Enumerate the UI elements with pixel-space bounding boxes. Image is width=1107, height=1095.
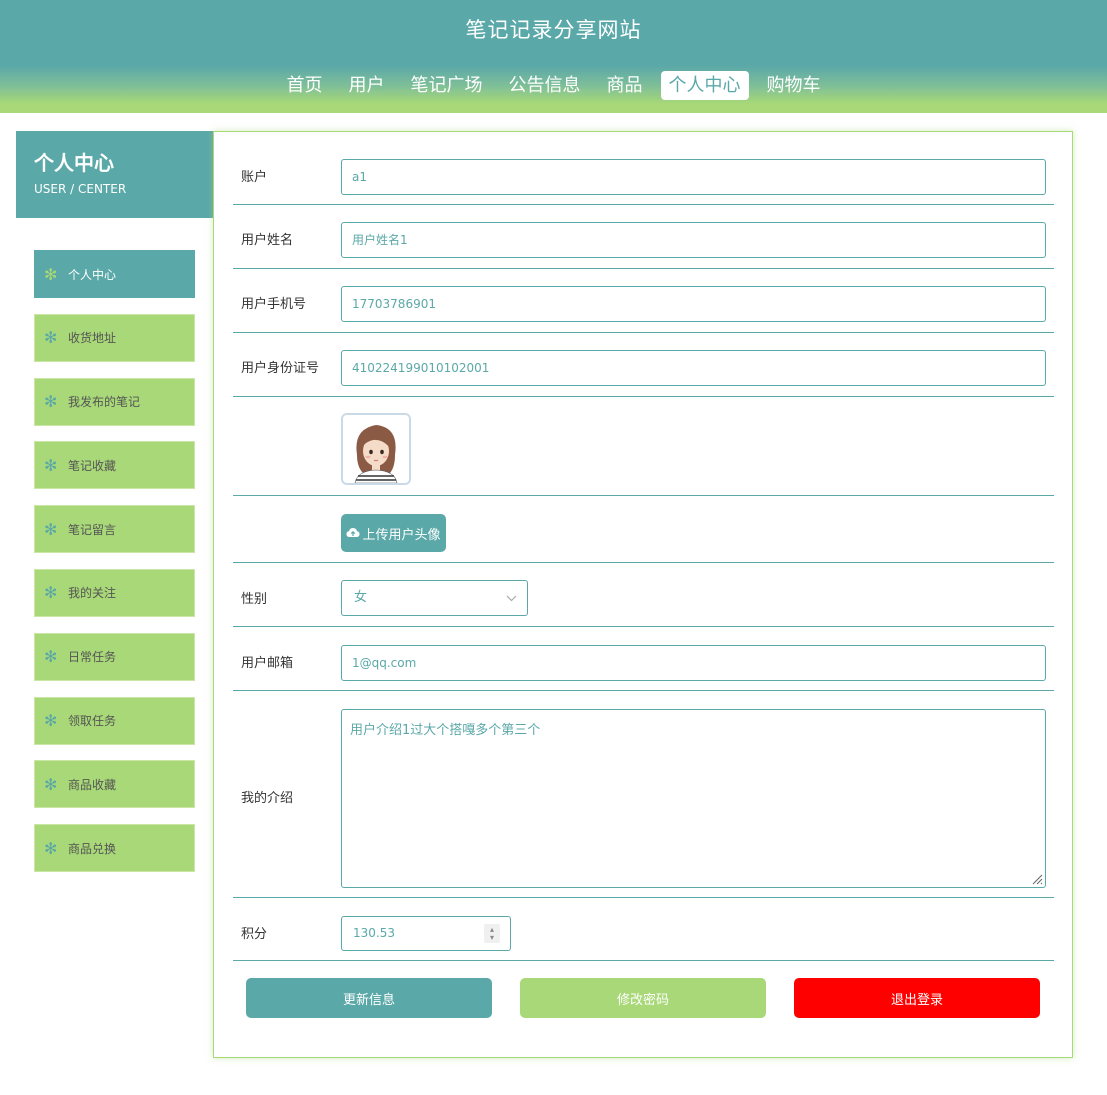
id-card-field[interactable]: 410224199010102001 — [341, 350, 1046, 386]
form-row-account: 账户 a1 — [233, 142, 1054, 205]
snowflake-icon: ✻ — [44, 519, 58, 539]
sidebar-header: 个人中心 USER / CENTER — [16, 131, 213, 218]
sidebar-item-label: 日常任务 — [68, 650, 117, 665]
nav-item-users[interactable]: 用户 — [341, 71, 393, 100]
site-title: 笔记记录分享网站 — [465, 18, 642, 42]
change-password-button[interactable]: 修改密码 — [520, 978, 766, 1018]
points-label: 积分 — [241, 927, 268, 942]
nav-item-cart[interactable]: 购物车 — [759, 71, 829, 100]
sidebar-item-my-follows[interactable]: ✻ 我的关注 — [34, 568, 195, 617]
upload-avatar-button[interactable]: 上传用户头像 — [341, 514, 446, 552]
snowflake-icon: ✻ — [44, 264, 58, 284]
sidebar-title: 个人中心 — [34, 151, 114, 175]
intro-label: 我的介绍 — [241, 791, 294, 806]
form-row-points: 积分 130.53 ▴ ▾ — [233, 898, 1054, 961]
sidebar-item-personal-center[interactable]: ✻ 个人中心 — [34, 250, 195, 298]
intro-text: 用户介绍1过大个搭嘎多个第三个 — [350, 723, 541, 738]
name-field[interactable]: 用户姓名1 — [341, 222, 1046, 258]
upload-avatar-label: 上传用户头像 — [362, 527, 441, 543]
phone-field[interactable]: 17703786901 — [341, 286, 1046, 322]
id-card-label: 用户身份证号 — [241, 361, 320, 376]
sidebar-item-shipping-address[interactable]: ✻ 收货地址 — [34, 313, 195, 362]
form-row-avatar — [233, 397, 1054, 496]
sidebar-item-daily-tasks[interactable]: ✻ 日常任务 — [34, 632, 195, 681]
chevron-down-icon — [506, 581, 517, 615]
snowflake-icon: ✻ — [44, 711, 58, 731]
snowflake-icon: ✻ — [44, 583, 58, 603]
site-header: 笔记记录分享网站 首页 用户 笔记广场 公告信息 商品 个人中心 购物车 — [0, 0, 1107, 113]
gender-select[interactable]: 女 — [341, 580, 528, 616]
phone-label: 用户手机号 — [241, 297, 307, 312]
sidebar-item-label: 我的关注 — [68, 586, 117, 601]
gender-label: 性别 — [241, 592, 268, 607]
form-row-intro: 我的介绍 用户介绍1过大个搭嘎多个第三个 — [233, 691, 1054, 898]
form-row-email: 用户邮箱 1@qq.com — [233, 627, 1054, 691]
snowflake-icon: ✻ — [44, 647, 58, 667]
sidebar-item-label: 领取任务 — [68, 714, 117, 729]
account-field[interactable]: a1 — [341, 159, 1046, 195]
sidebar-item-label: 商品收藏 — [68, 777, 117, 792]
number-spinner-icon[interactable]: ▴ ▾ — [484, 924, 500, 943]
cloud-upload-icon — [346, 527, 360, 539]
nav-item-note-square[interactable]: 笔记广场 — [403, 71, 491, 100]
sidebar-subtitle: USER / CENTER — [34, 182, 127, 196]
nav-item-products[interactable]: 商品 — [599, 71, 651, 100]
nav-item-home[interactable]: 首页 — [279, 71, 331, 100]
name-label: 用户姓名 — [241, 233, 294, 248]
sidebar-item-product-redeem[interactable]: ✻ 商品兑换 — [34, 824, 195, 873]
form-row-gender: 性别 女 — [233, 563, 1054, 627]
points-field[interactable]: 130.53 ▴ ▾ — [341, 916, 511, 951]
nav-item-personal-center[interactable]: 个人中心 — [660, 71, 749, 100]
intro-textarea[interactable]: 用户介绍1过大个搭嘎多个第三个 — [341, 709, 1046, 888]
sidebar-item-label: 我发布的笔记 — [68, 395, 141, 410]
sidebar-item-my-notes[interactable]: ✻ 我发布的笔记 — [34, 377, 195, 426]
sidebar-item-note-favorites[interactable]: ✻ 笔记收藏 — [34, 441, 195, 490]
sidebar-item-label: 笔记留言 — [68, 522, 117, 537]
snowflake-icon: ✻ — [44, 455, 58, 475]
snowflake-icon: ✻ — [44, 774, 58, 794]
sidebar-item-product-favorites[interactable]: ✻ 商品收藏 — [34, 760, 195, 809]
profile-form: 账户 a1 用户姓名 用户姓名1 用户手机号 17703786901 用户身份证… — [213, 131, 1073, 1058]
account-label: 账户 — [241, 170, 268, 185]
form-row-upload: 上传用户头像 — [233, 496, 1054, 563]
sidebar-item-claim-tasks[interactable]: ✻ 领取任务 — [34, 696, 195, 745]
snowflake-icon: ✻ — [44, 392, 58, 412]
sidebar-item-label: 笔记收藏 — [68, 458, 117, 473]
form-row-id-card: 用户身份证号 410224199010102001 — [233, 333, 1054, 397]
email-label: 用户邮箱 — [241, 656, 294, 671]
resize-grip-icon[interactable] — [1031, 873, 1043, 885]
avatar — [341, 413, 411, 485]
snowflake-icon: ✻ — [44, 838, 58, 858]
sidebar-item-label: 收货地址 — [68, 331, 117, 346]
logout-button[interactable]: 退出登录 — [794, 978, 1040, 1018]
email-field[interactable]: 1@qq.com — [341, 645, 1046, 681]
snowflake-icon: ✻ — [44, 328, 58, 348]
sidebar-menu: ✻ 个人中心 ✻ 收货地址 ✻ 我发布的笔记 ✻ 笔记收藏 ✻ 笔记留言 ✻ 我… — [34, 250, 195, 888]
update-info-button[interactable]: 更新信息 — [246, 978, 492, 1018]
sidebar-item-label: 个人中心 — [68, 267, 117, 282]
nav-item-announcements[interactable]: 公告信息 — [501, 71, 589, 100]
sidebar-item-label: 商品兑换 — [68, 841, 117, 856]
sidebar-item-note-comments[interactable]: ✻ 笔记留言 — [34, 505, 195, 554]
gender-selected-value: 女 — [354, 590, 368, 605]
main-nav: 首页 用户 笔记广场 公告信息 商品 个人中心 购物车 — [0, 71, 1107, 100]
form-row-name: 用户姓名 用户姓名1 — [233, 205, 1054, 269]
avatar-illustration — [343, 415, 409, 483]
points-value: 130.53 — [353, 926, 395, 940]
form-row-phone: 用户手机号 17703786901 — [233, 269, 1054, 333]
